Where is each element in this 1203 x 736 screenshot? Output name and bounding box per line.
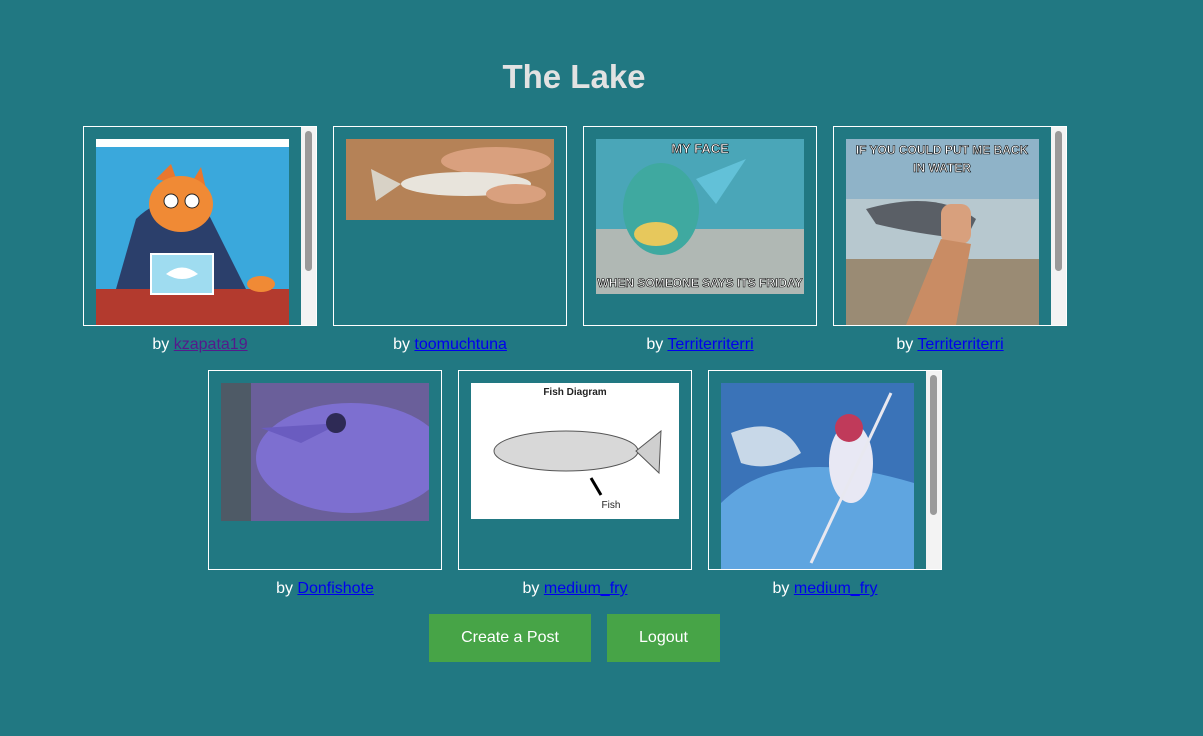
author-link[interactable]: Territerriterri [667,336,753,353]
author-link[interactable]: medium_fry [544,580,628,597]
post-byline: by Territerriterri [646,336,754,353]
post-card: by toomuchtuna [333,126,567,354]
svg-text:WHEN SOMEONE SAYS ITS FRIDAY: WHEN SOMEONE SAYS ITS FRIDAY [597,276,802,290]
post-scrollbar[interactable] [1051,127,1066,325]
svg-text:Fish: Fish [602,500,621,511]
post-image-frame[interactable] [83,126,317,326]
svg-text:Fish Diagram: Fish Diagram [543,387,606,398]
post-card: MY FACE WHEN SOMEONE SAYS ITS FRIDAY by … [583,126,817,354]
post-card: Fish Diagram Fish by medium_fry [458,370,692,598]
author-link[interactable]: Territerriterri [917,336,1003,353]
cat-office-worker-image [96,139,289,325]
post-byline: by Territerriterri [896,336,1004,353]
post-byline: by toomuchtuna [393,336,507,353]
svg-text:IN WATER: IN WATER [913,161,971,175]
post-scrollbar[interactable] [301,127,316,325]
post-image-frame[interactable]: Fish Diagram Fish [458,370,692,570]
post-scrollbar[interactable] [926,371,941,569]
author-link[interactable]: kzapata19 [174,336,248,353]
post-byline: by Donfishote [276,580,374,597]
fish-diagram-image: Fish Diagram Fish [471,383,679,519]
fish-in-hand-image [346,139,554,220]
create-post-button[interactable]: Create a Post [429,614,591,662]
shark-in-hand-meme-image: IF YOU COULD PUT ME BACK IN WATER [846,139,1039,325]
parrotfish-meme-image: MY FACE WHEN SOMEONE SAYS ITS FRIDAY [596,139,804,294]
shark-warrior-art-image [721,383,914,569]
post-card: by kzapata19 [83,126,317,354]
post-card: by medium_fry [708,370,942,598]
post-card: IF YOU COULD PUT ME BACK IN WATER by Ter… [833,126,1067,354]
post-image-frame[interactable] [708,370,942,570]
post-byline: by medium_fry [522,580,628,597]
post-image-frame[interactable]: MY FACE WHEN SOMEONE SAYS ITS FRIDAY [583,126,817,326]
unicornfish-image [221,383,429,521]
post-card: by Donfishote [208,370,442,598]
author-link[interactable]: toomuchtuna [414,336,507,353]
post-image-frame[interactable] [208,370,442,570]
author-link[interactable]: Donfishote [297,580,374,597]
author-link[interactable]: medium_fry [794,580,878,597]
logout-button[interactable]: Logout [607,614,720,662]
post-byline: by kzapata19 [152,336,248,353]
svg-text:IF YOU COULD PUT ME BACK: IF YOU COULD PUT ME BACK [856,143,1029,157]
post-image-frame[interactable]: IF YOU COULD PUT ME BACK IN WATER [833,126,1067,326]
post-byline: by medium_fry [772,580,878,597]
svg-text:MY FACE: MY FACE [671,141,729,156]
page-title: The Lake [502,58,646,95]
post-image-frame[interactable] [333,126,567,326]
